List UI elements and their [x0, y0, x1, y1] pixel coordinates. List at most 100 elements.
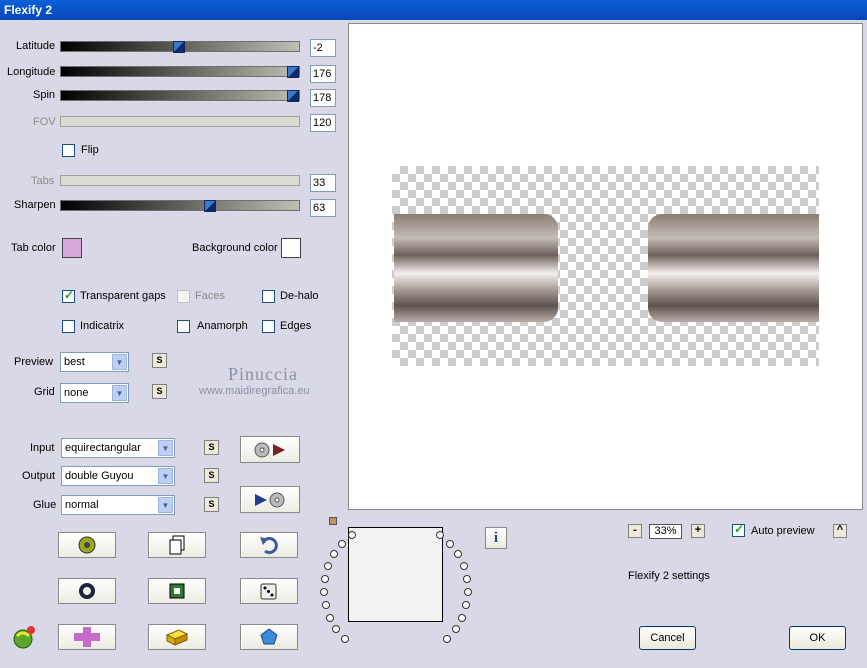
- longitude-thumb[interactable]: [287, 66, 299, 78]
- ring-dot[interactable]: [451, 625, 460, 634]
- pentagon-button[interactable]: [240, 624, 298, 650]
- flip-checkbox[interactable]: [62, 144, 75, 157]
- ring-dot[interactable]: [320, 588, 329, 597]
- copy-icon: [169, 535, 185, 555]
- longitude-slider[interactable]: [60, 66, 300, 78]
- undo-icon: [260, 537, 278, 554]
- spin-label: Spin: [33, 89, 56, 101]
- preview-s-button[interactable]: S: [152, 353, 167, 368]
- glue-select-value: normal: [65, 499, 99, 511]
- ring-dot[interactable]: [320, 575, 329, 584]
- edges-checkbox[interactable]: [262, 320, 275, 333]
- ring-dot[interactable]: [453, 550, 462, 559]
- gear-icon: [78, 536, 96, 554]
- preview-select[interactable]: best ▼: [60, 352, 129, 372]
- handle-square-icon[interactable]: [329, 517, 337, 525]
- preview-select-value: best: [64, 356, 85, 368]
- check-icon: ✓: [64, 288, 75, 302]
- spin-value[interactable]: 178: [310, 89, 336, 107]
- indicatrix-checkbox[interactable]: [62, 320, 75, 333]
- undo-button[interactable]: [240, 532, 298, 558]
- tabs-label: Tabs: [31, 175, 55, 187]
- background-color-swatch[interactable]: [281, 238, 301, 258]
- title-bar: Flexify 2: [0, 0, 867, 20]
- zoom-value: 33%: [649, 524, 682, 539]
- ok-button[interactable]: OK: [789, 626, 846, 650]
- check-icon: ✓: [734, 522, 745, 536]
- ring-dot[interactable]: [347, 530, 356, 539]
- ring-dot[interactable]: [332, 625, 341, 634]
- output-s-button[interactable]: S: [204, 468, 219, 483]
- tabs-value[interactable]: 33: [310, 174, 336, 192]
- frame-button[interactable]: [148, 578, 206, 604]
- grid-select[interactable]: none ▼: [60, 383, 129, 403]
- ring-dot[interactable]: [337, 539, 346, 548]
- sharpen-value[interactable]: 63: [310, 199, 336, 217]
- anamorph-checkbox[interactable]: [177, 320, 190, 333]
- play-to-disc-button[interactable]: [240, 486, 300, 513]
- glue-select[interactable]: normal ▼: [61, 495, 175, 515]
- randomize-button[interactable]: [58, 532, 116, 558]
- ring-icon: [79, 583, 95, 599]
- indicatrix-label: Indicatrix: [80, 320, 125, 332]
- chevron-down-icon: ▼: [158, 440, 173, 456]
- ring-dot[interactable]: [341, 635, 350, 644]
- spin-thumb[interactable]: [287, 90, 299, 102]
- pentagon-icon: [260, 628, 278, 645]
- copy-button[interactable]: [148, 532, 206, 558]
- auto-preview-label: Auto preview: [751, 525, 815, 537]
- sharpen-slider[interactable]: [60, 200, 300, 212]
- output-select-value: double Guyou: [65, 470, 134, 482]
- grid-s-button[interactable]: S: [152, 384, 167, 399]
- ring-dot[interactable]: [324, 562, 333, 571]
- sharpen-thumb[interactable]: [204, 200, 216, 212]
- square-frame-icon: [169, 583, 185, 599]
- ring-dot[interactable]: [436, 530, 445, 539]
- cross-button[interactable]: [58, 624, 116, 650]
- circle-button[interactable]: [58, 578, 116, 604]
- longitude-value[interactable]: 176: [310, 65, 336, 83]
- latitude-thumb[interactable]: [173, 41, 185, 53]
- transparent-gaps-checkbox[interactable]: ✓: [62, 288, 75, 303]
- glue-s-button[interactable]: S: [204, 497, 219, 512]
- ring-dot[interactable]: [442, 635, 451, 644]
- info-button[interactable]: i: [485, 527, 507, 549]
- input-select-value: equirectangular: [65, 442, 141, 454]
- ring-dot[interactable]: [446, 539, 454, 548]
- expand-button[interactable]: ^: [833, 524, 847, 538]
- latitude-label: Latitude: [16, 40, 56, 52]
- background-color-label: Background color: [192, 242, 278, 254]
- ring-dot[interactable]: [330, 550, 339, 559]
- tab-color-swatch[interactable]: [62, 238, 82, 258]
- faces-label: Faces: [195, 290, 225, 302]
- latitude-value[interactable]: -2: [310, 39, 336, 57]
- anamorph-label: Anamorph: [197, 320, 248, 332]
- fov-value[interactable]: 120: [310, 114, 336, 132]
- dice-icon: [260, 583, 277, 600]
- latitude-slider[interactable]: [60, 41, 300, 53]
- ring-dot[interactable]: [458, 613, 467, 622]
- de-halo-checkbox[interactable]: [262, 290, 275, 303]
- app-logo-icon: [13, 626, 35, 649]
- ring-dot[interactable]: [321, 601, 330, 610]
- zoom-in-button[interactable]: +: [691, 524, 705, 538]
- spin-slider[interactable]: [60, 90, 300, 102]
- input-select[interactable]: equirectangular ▼: [61, 438, 175, 458]
- ring-dot[interactable]: [462, 601, 471, 610]
- chevron-down-icon: ▼: [158, 468, 173, 484]
- sharpen-label: Sharpen: [14, 199, 56, 211]
- input-s-button[interactable]: S: [204, 440, 219, 455]
- cancel-button[interactable]: Cancel: [639, 626, 696, 650]
- auto-preview-checkbox[interactable]: ✓: [732, 522, 745, 537]
- disc-to-play-button[interactable]: [240, 436, 300, 463]
- brick-button[interactable]: [148, 624, 206, 650]
- ring-dot[interactable]: [463, 575, 472, 584]
- ring-dot[interactable]: [325, 613, 334, 622]
- ring-dot[interactable]: [459, 562, 468, 571]
- mini-preview[interactable]: [348, 527, 443, 622]
- output-select[interactable]: double Guyou ▼: [61, 466, 175, 486]
- faces-checkbox: [177, 290, 190, 303]
- dice-button[interactable]: [240, 578, 298, 604]
- zoom-out-button[interactable]: -: [628, 524, 642, 538]
- ring-dot[interactable]: [463, 588, 472, 597]
